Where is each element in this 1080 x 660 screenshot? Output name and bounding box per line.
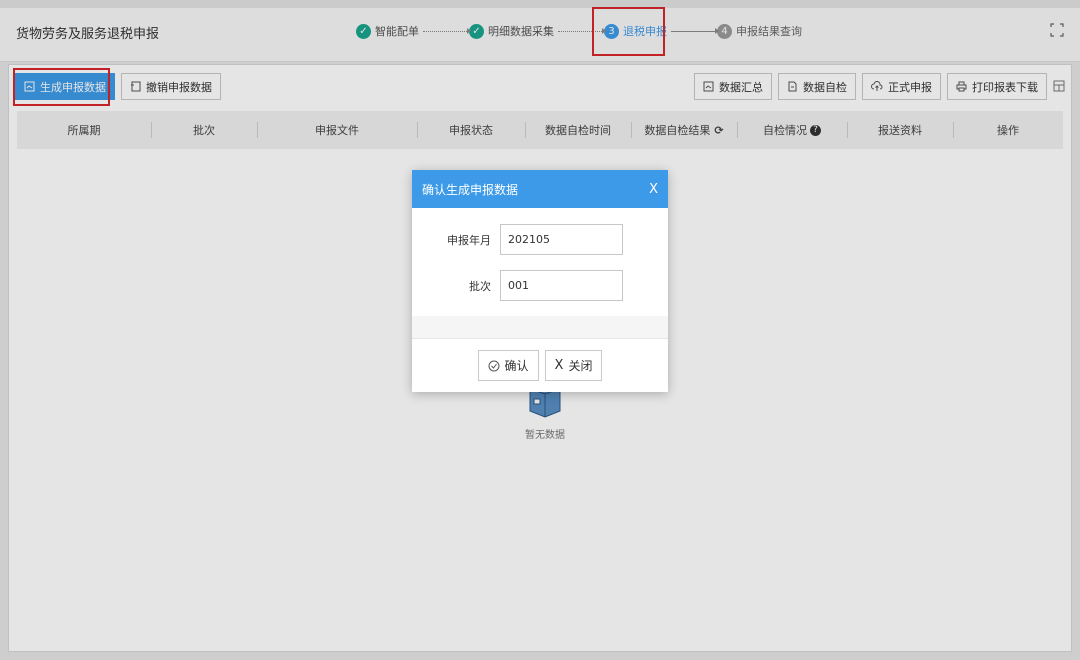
batch-input[interactable] bbox=[500, 270, 623, 301]
dialog-header: 确认生成申报数据 X bbox=[412, 170, 668, 208]
dialog-spacer bbox=[412, 316, 668, 338]
close-icon[interactable]: X bbox=[649, 182, 658, 197]
confirm-generate-dialog: 确认生成申报数据 X 申报年月 批次 确认 X 关闭 bbox=[412, 170, 668, 392]
field-label: 申报年月 bbox=[447, 233, 491, 247]
close-label: 关闭 bbox=[568, 359, 593, 373]
dialog-footer: 确认 X 关闭 bbox=[412, 338, 668, 392]
confirm-button[interactable]: 确认 bbox=[477, 350, 539, 381]
form-row-batch: 批次 bbox=[412, 270, 668, 301]
check-circle-icon bbox=[488, 360, 500, 372]
field-label: 批次 bbox=[469, 279, 491, 293]
period-input[interactable] bbox=[500, 224, 623, 255]
confirm-label: 确认 bbox=[504, 359, 529, 373]
x-icon: X bbox=[554, 358, 564, 373]
form-row-period: 申报年月 bbox=[412, 224, 668, 255]
close-button[interactable]: X 关闭 bbox=[544, 350, 603, 381]
dialog-title: 确认生成申报数据 bbox=[422, 182, 519, 197]
